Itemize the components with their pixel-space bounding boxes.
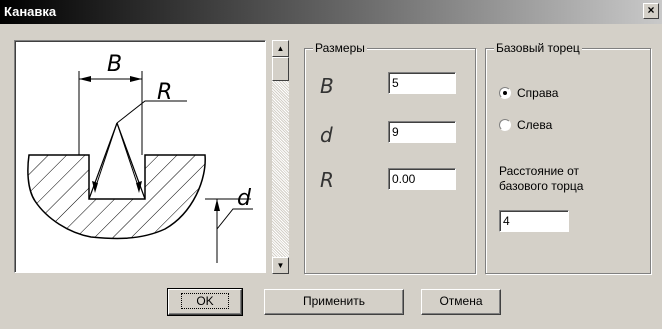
radius-label-leader [116,100,187,124]
radio-right-indicator[interactable] [499,87,511,99]
distance-label-line2: базового торца [499,179,584,193]
preview-scrollbar[interactable]: ▲ ▼ [272,40,289,274]
cancel-button-label: Отмена [439,294,483,308]
close-icon: × [647,3,655,17]
radio-left[interactable]: Слева [499,118,552,132]
param-label-r: R [320,168,334,192]
apply-button-label: Применить [302,294,365,308]
window-title: Канавка [4,4,57,19]
title-bar: Канавка × [0,0,662,24]
scroll-thumb[interactable] [272,57,289,81]
radio-right-label: Справа [517,86,559,100]
groove-cut [90,156,144,198]
param-r-input[interactable]: 0.00 [388,168,456,190]
param-b-input[interactable]: 5 [388,72,456,94]
apply-button[interactable]: Применить [264,289,404,315]
groove-drawing: B R d [27,52,253,263]
param-d-input[interactable]: 9 [388,121,456,143]
param-label-b: B [320,74,334,98]
distance-input[interactable]: 4 [499,210,569,232]
preview-label-b: B [107,52,122,77]
triangle-up-icon: ▲ [276,44,285,53]
radio-left-label: Слева [517,118,553,132]
base-face-legend: Базовый торец [494,41,582,55]
triangle-down-icon: ▼ [276,261,285,270]
b-arrow-left [79,76,91,82]
base-face-group: Базовый торец [485,41,651,274]
scroll-up-button[interactable]: ▲ [272,40,289,57]
distance-label-line1: Расстояние от [499,164,580,178]
b-arrow-right [130,76,142,82]
ok-button[interactable]: OK [167,288,243,316]
ok-button-label: OK [181,293,229,309]
preview-label-r: R [157,80,172,105]
d-arrow [214,199,220,211]
param-label-d: d [320,123,333,147]
d-label-leader [216,208,253,230]
preview-label-d: d [237,186,252,211]
radio-left-indicator[interactable] [499,119,511,131]
scroll-down-button[interactable]: ▼ [272,257,289,274]
cancel-button[interactable]: Отмена [421,289,501,315]
close-button[interactable]: × [643,3,659,19]
radio-right[interactable]: Справа [499,86,558,100]
sizes-legend: Размеры [313,41,367,55]
distance-label: Расстояние от базового торца [499,164,583,194]
groove-preview: B R d [14,40,266,273]
